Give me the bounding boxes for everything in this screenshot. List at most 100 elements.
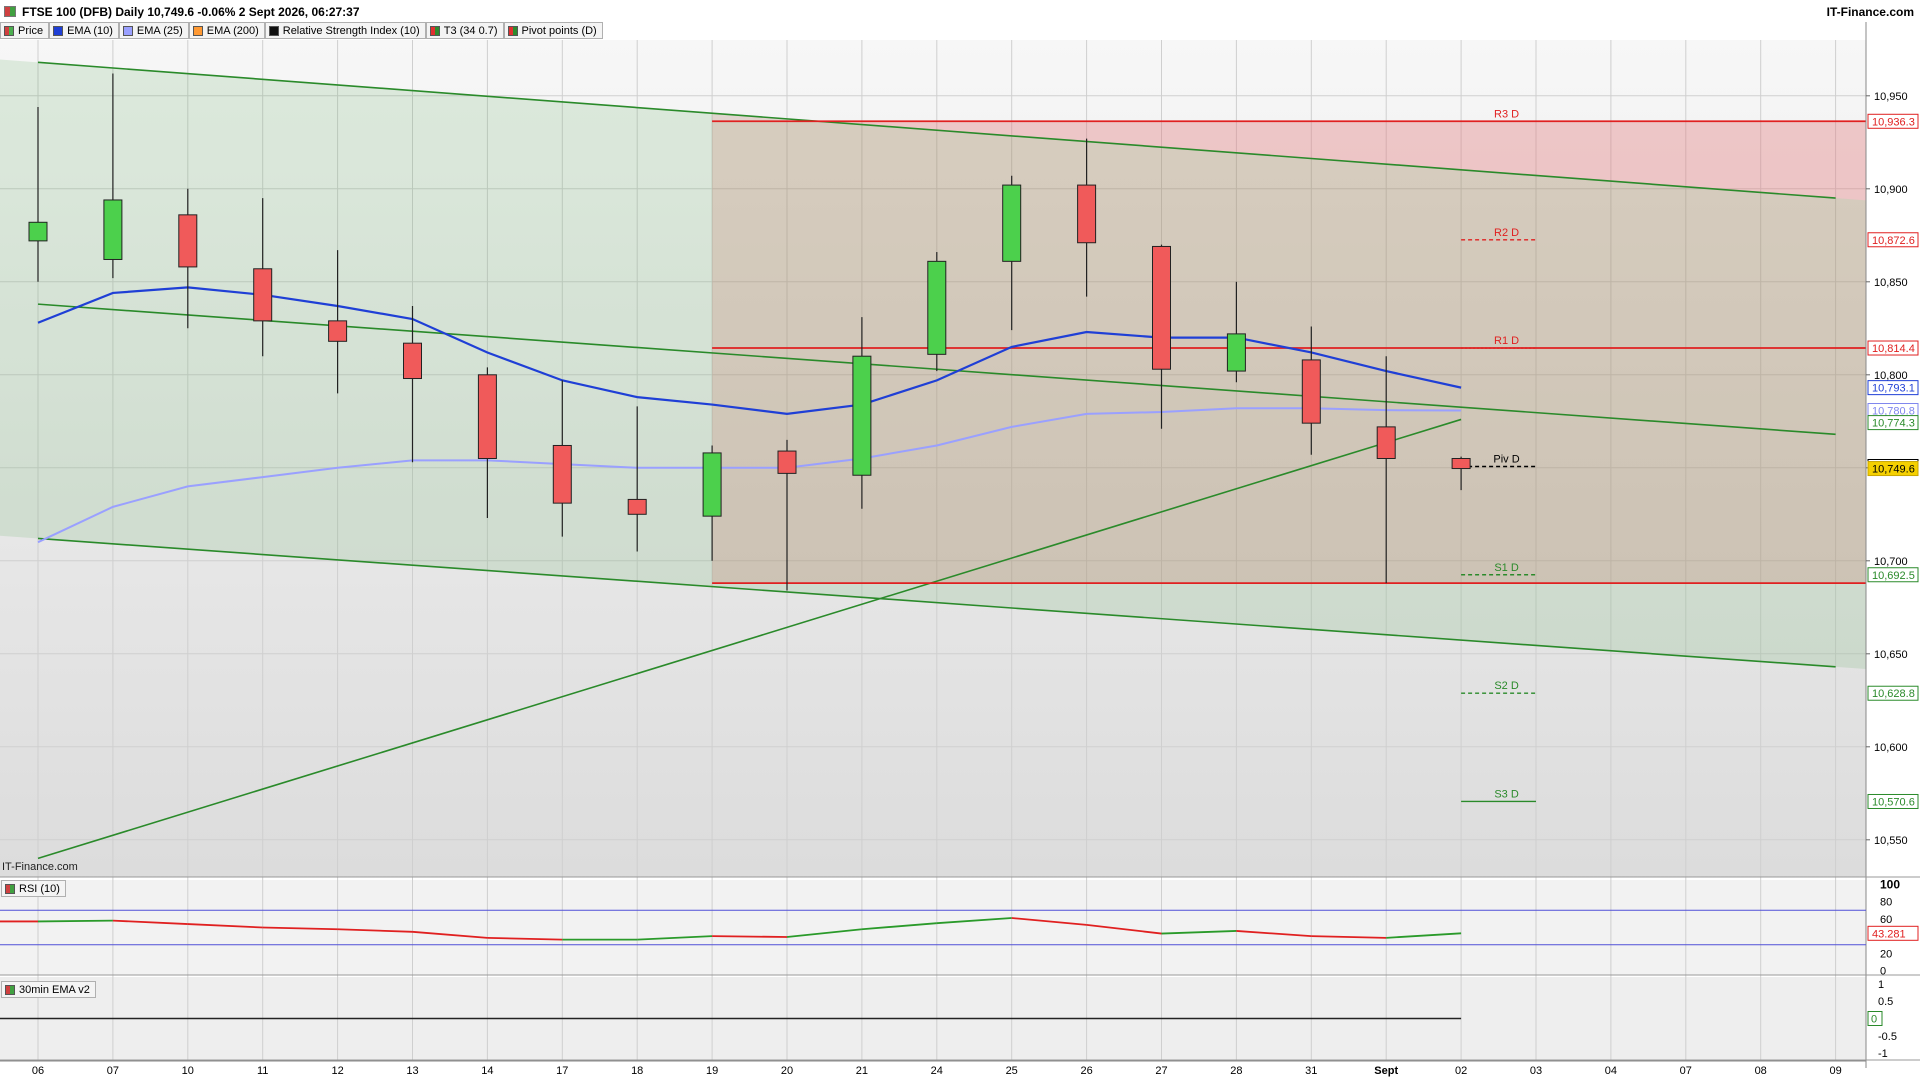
rsi-panel-label[interactable]: RSI (10) [1,880,66,897]
price-tick-label: 10,800 [1874,370,1908,382]
legend-label: T3 (34 0.7) [443,24,498,37]
date-label: 18 [631,1065,643,1077]
legend-swatch-t3-icon [429,25,440,36]
rsi-segment [37,919,113,923]
ema30-panel-label[interactable]: 30min EMA v2 [1,981,96,998]
rsi-value-tag: 43.281 [1872,928,1906,940]
date-label: 11 [257,1065,268,1077]
date-label: 27 [1155,1065,1167,1077]
pivot-label: Piv D [1493,453,1519,465]
legend-label: EMA (25) [136,24,183,37]
date-label: 03 [1530,1065,1542,1077]
candle-down [1152,245,1171,370]
price-axis-background [1866,22,1920,1080]
date-label: 14 [481,1065,493,1077]
date-label: 09 [1829,1065,1841,1077]
candle-down [777,450,797,474]
date-label: 02 [1455,1065,1467,1077]
date-label: 08 [1755,1065,1767,1077]
candle-up [28,221,48,242]
watermark-text: IT-Finance.com [2,861,78,873]
legend-t3[interactable]: T3 (34 0.7) [425,22,504,39]
rsi-tick-label: 100 [1880,877,1900,891]
ema30-tick-label: -0.5 [1878,1031,1897,1043]
date-label: 25 [1006,1065,1018,1077]
rsi-panel-icon [5,883,15,894]
legend-swatch-price-icon [4,25,14,36]
brand-label: IT-Finance.com [1826,5,1914,19]
legend-ema200[interactable]: EMA (200) [188,22,265,39]
price-tick-label: 10,550 [1874,835,1908,847]
resistance-zone [712,121,1866,584]
indicator-legend: Price EMA (10) EMA (25) EMA (200) Relati… [0,22,603,40]
date-label: 07 [107,1065,119,1077]
ema30-tick-label: -1 [1878,1048,1888,1060]
date-label: 31 [1305,1065,1317,1077]
rsi-tick-label: 60 [1880,914,1892,926]
candle-down [328,320,348,342]
price-tick-label: 10,650 [1874,649,1908,661]
date-label: 04 [1605,1065,1617,1077]
legend-swatch-pivots-icon [507,25,518,36]
chart-type-icon[interactable] [4,6,16,17]
pivot-label: R2 D [1494,227,1519,239]
rsi-tick-label: 0 [1880,966,1886,978]
legend-price[interactable]: Price [0,22,50,39]
legend-swatch-ema25-icon [122,25,133,36]
title-bar: FTSE 100 (DFB) Daily 10,749.6 -0.06% 2 S… [0,0,1920,22]
legend-pivots[interactable]: Pivot points (D) [503,22,603,39]
date-label: 26 [1080,1065,1092,1077]
candle-down [403,342,422,380]
legend-ema25[interactable]: EMA (25) [118,22,189,39]
date-label: 10 [182,1065,194,1077]
candle-down [1077,184,1097,244]
ema30-panel-title: 30min EMA v2 [19,983,90,996]
candle-up [103,199,123,260]
date-label: 20 [781,1065,793,1077]
pivot-label: S2 D [1494,680,1519,692]
ema30-tick-label: 0.5 [1878,996,1893,1008]
candle-up [927,260,947,355]
rsi-tick-label: 80 [1880,897,1892,909]
candle-down [1376,426,1396,460]
chart-canvas[interactable]: R3 D R2 D R1 D Piv D S1 D S2 D S3 D 10,550 10,60… [0,0,1920,1080]
date-label: 12 [331,1065,343,1077]
chart-title: FTSE 100 (DFB) Daily 10,749.6 -0.06% 2 S… [22,5,360,19]
legend-label: EMA (10) [67,24,113,37]
candle-down [178,214,198,268]
legend-rsi[interactable]: Relative Strength Index (10) [264,22,426,39]
pivot-value-tag: 10,814.4 [1872,343,1915,355]
legend-label: EMA (200) [206,24,259,37]
candle-up [702,452,722,517]
date-label: 28 [1230,1065,1242,1077]
legend-swatch-rsi-icon [268,25,279,36]
legend-swatch-ema200-icon [192,25,203,36]
ema30-tick-label: 1 [1878,979,1884,991]
legend-label: Price [18,24,44,37]
rsi-tick-label: 20 [1880,948,1892,960]
price-tick-label: 10,600 [1874,742,1908,754]
price-tick-label: 10,700 [1874,556,1908,568]
legend-label: Pivot points (D) [521,24,597,37]
price-value-tag: 10,749.6 [1872,464,1915,476]
candle-down [627,498,647,515]
legend-ema10[interactable]: EMA (10) [49,22,119,39]
pivot-value-tag: 10,692.5 [1872,570,1915,582]
price-tick-label: 10,850 [1874,277,1908,289]
date-label: 24 [931,1065,943,1077]
candle-down [1301,359,1321,424]
pivot-label: R3 D [1494,108,1519,120]
pivot-value-tag: 10,936.3 [1872,116,1915,128]
candle-up [1226,333,1246,372]
date-label: 21 [856,1065,868,1077]
price-value-tag: 10,793.1 [1872,383,1915,395]
rsi-panel-title: RSI (10) [19,882,60,895]
pivot-label: S1 D [1494,562,1519,574]
ema30-panel-icon [5,984,15,995]
date-label: 17 [556,1065,568,1077]
pivot-label: S3 D [1494,788,1519,800]
candle-up [1002,184,1022,262]
date-label: 06 [32,1065,44,1077]
candle-down [552,444,572,504]
price-tick-label: 10,950 [1874,91,1908,103]
